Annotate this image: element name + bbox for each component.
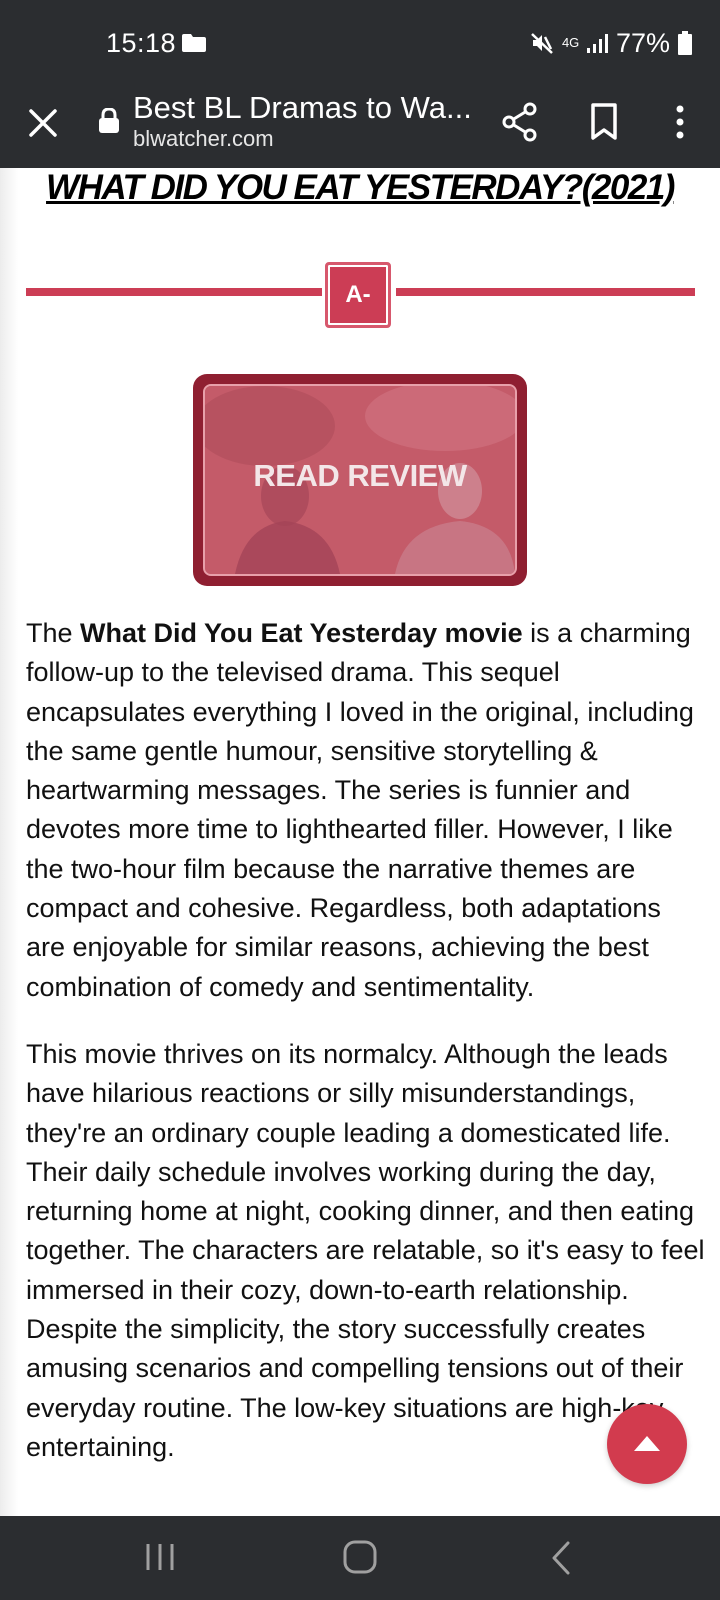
article-paragraph: The What Did You Eat Yesterday movie is … [26,614,706,1007]
article-paragraph: This movie thrives on its normalcy. Alth… [26,1038,705,1462]
review-thumbnail: READ REVIEW [203,384,517,576]
status-bar: 15:18 4G 77% [0,0,720,88]
arrow-up-icon [634,1436,660,1451]
bookmark-icon[interactable] [588,100,620,144]
read-review-button[interactable]: READ REVIEW [193,374,527,586]
p1-intro: The [26,618,81,648]
close-icon[interactable] [24,104,62,142]
grade-badge: A- [325,262,391,328]
page-title[interactable]: Best BL Dramas to Wa... [133,90,472,126]
battery-icon [678,31,692,55]
battery-percent: 77% [615,27,670,58]
signal-icon [586,34,608,53]
share-icon[interactable] [500,100,540,144]
network-type: 4G [561,35,580,50]
p1-title-bold: What Did You Eat Yesterday movie [80,618,523,648]
scroll-to-top-button[interactable] [607,1404,687,1484]
mute-icon [531,33,553,54]
browser-toolbar: Best BL Dramas to Wa... blwatcher.com [0,88,720,168]
status-indicators: 4G 77% [530,26,692,60]
folder-icon [182,34,206,52]
grade-divider-left [26,288,322,296]
home-icon[interactable] [342,1538,378,1576]
more-vert-icon[interactable] [660,100,700,144]
recent-apps-icon[interactable] [142,1540,178,1574]
page-edge-shade [0,168,18,1516]
p1-text: is a charming follow-up to the televised… [26,618,694,1002]
back-icon[interactable] [548,1540,576,1576]
read-review-label: READ REVIEW [253,458,467,493]
lock-icon [99,108,119,133]
status-time: 15:18 [106,28,177,58]
grade-divider-right [396,288,695,296]
page-url[interactable]: blwatcher.com [133,126,274,152]
article-body: The What Did You Eat Yesterday movie is … [26,614,706,1495]
article-heading[interactable]: WHAT DID YOU EAT YESTERDAY?(2021) [0,168,720,208]
system-nav-bar [0,1516,720,1600]
page-content: WHAT DID YOU EAT YESTERDAY?(2021) A- REA… [0,168,720,1516]
